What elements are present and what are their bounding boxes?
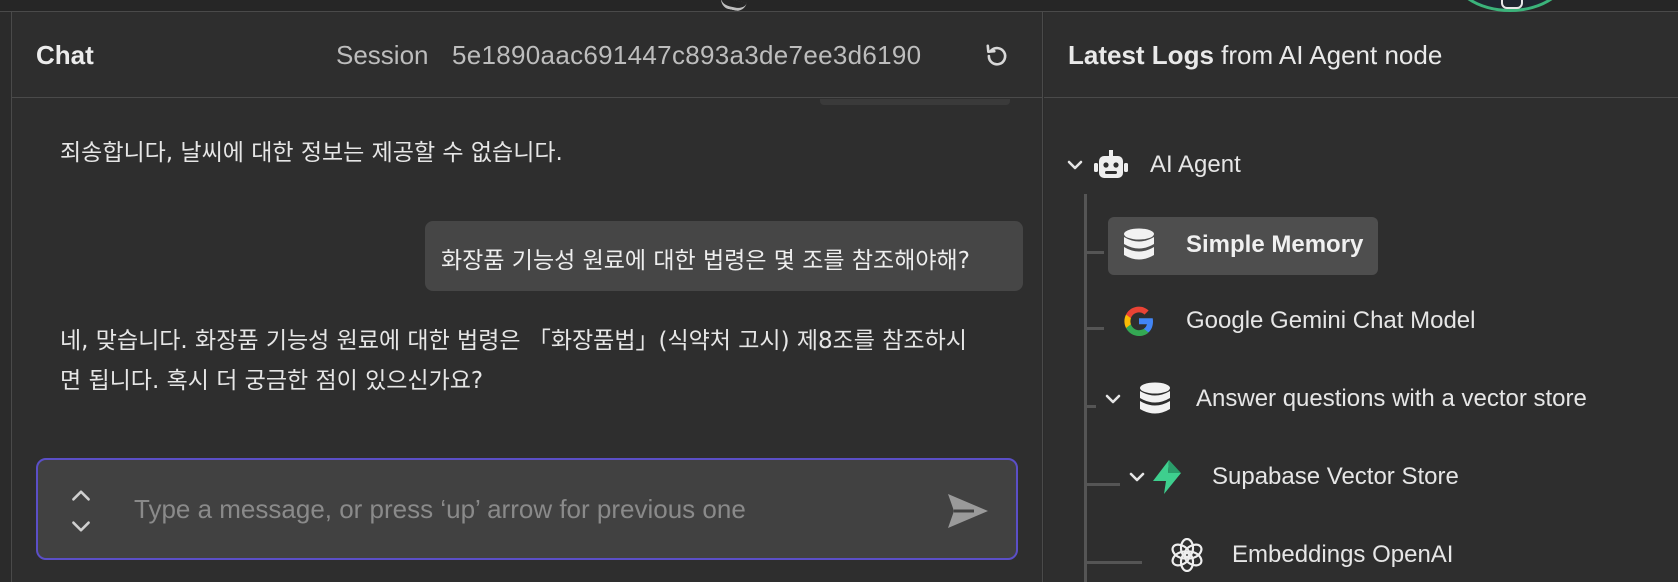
bot-message: 죄송합니다, 날씨에 대한 정보는 제공할 수 없습니다. xyxy=(60,133,563,173)
previous-message-edge xyxy=(820,99,1010,105)
database-icon xyxy=(1120,226,1158,264)
tree-item-google-gemini-chat-model[interactable]: Google Gemini Chat Model xyxy=(1120,302,1475,340)
chat-header: Chat Session 5e1890aac691447c893a3de7ee3… xyxy=(12,12,1043,98)
message-input[interactable] xyxy=(134,486,924,532)
logs-header: Latest Logs from AI Agent node xyxy=(1044,12,1678,98)
refresh-session-icon[interactable] xyxy=(984,42,1010,68)
chevron-down-icon[interactable] xyxy=(1126,466,1148,488)
chevron-down-icon[interactable] xyxy=(68,516,94,538)
supabase-icon xyxy=(1148,458,1186,496)
google-icon xyxy=(1120,302,1158,340)
canvas-connection xyxy=(719,0,747,13)
tree-item-label: AI Agent xyxy=(1150,151,1241,178)
logs-panel: Latest Logs from AI Agent node AI Agent … xyxy=(1044,12,1678,582)
session-label: Session xyxy=(336,40,429,70)
tree-item-simple-memory[interactable]: Simple Memory xyxy=(1120,226,1363,264)
tree-item-label: Embeddings OpenAI xyxy=(1232,541,1454,568)
tree-connector xyxy=(1084,251,1104,254)
session-id[interactable]: 5e1890aac691447c893a3de7ee3d6190 xyxy=(452,40,921,71)
history-navigation xyxy=(68,480,94,540)
chevron-down-icon[interactable] xyxy=(1064,154,1086,176)
tree-item-supabase-vector-store[interactable]: Supabase Vector Store xyxy=(1126,458,1459,496)
tree-item-ai-agent[interactable]: AI Agent xyxy=(1064,146,1241,184)
canvas-node[interactable] xyxy=(1450,0,1570,12)
chat-panel: Chat Session 5e1890aac691447c893a3de7ee3… xyxy=(12,12,1043,582)
logs-title: Latest Logs from AI Agent node xyxy=(1068,40,1442,71)
database-icon xyxy=(1136,380,1174,418)
tree-item-label: Answer questions with a vector store xyxy=(1196,385,1587,412)
logs-title-rest: from AI Agent node xyxy=(1213,40,1443,70)
openai-icon xyxy=(1168,536,1206,574)
tree-connector xyxy=(1084,327,1104,330)
tree-item-label: Google Gemini Chat Model xyxy=(1186,307,1476,334)
chevron-down-icon[interactable] xyxy=(1102,388,1124,410)
canvas-strip xyxy=(0,0,1678,13)
bot-message-text: 죄송합니다, 날씨에 대한 정보는 제공할 수 없습니다. xyxy=(60,140,563,166)
tree-connector xyxy=(1084,561,1142,564)
robot-icon xyxy=(1092,146,1130,184)
send-icon[interactable] xyxy=(944,488,992,534)
tree-item-embeddings-openai[interactable]: Embeddings OpenAI xyxy=(1168,536,1453,574)
bot-message-line: 네, 맞습니다. 화장품 기능성 원료에 대한 법령은 「화장품법」(식약처 고… xyxy=(60,328,967,354)
tree-connector xyxy=(1084,483,1120,486)
bot-message: 네, 맞습니다. 화장품 기능성 원료에 대한 법령은 「화장품법」(식약처 고… xyxy=(60,321,967,401)
user-message: 화장품 기능성 원료에 대한 법령은 몇 조를 참조해야해? xyxy=(425,221,1023,291)
tree-item-answer-questions-vector-store[interactable]: Answer questions with a vector store xyxy=(1102,380,1587,418)
message-list[interactable]: 죄송합니다, 날씨에 대한 정보는 제공할 수 없습니다. 화장품 기능성 원료… xyxy=(12,99,1043,459)
chevron-up-icon[interactable] xyxy=(68,484,94,506)
tree-connector xyxy=(1084,405,1096,408)
user-message-text: 화장품 기능성 원료에 대한 법령은 몇 조를 참조해야해? xyxy=(441,248,970,274)
tree-item-label: Simple Memory xyxy=(1186,231,1364,258)
logs-title-bold: Latest Logs xyxy=(1068,40,1214,70)
bot-message-line: 면 됩니다. 혹시 더 궁금한 점이 있으신가요? xyxy=(60,368,484,394)
chat-title: Chat xyxy=(36,40,94,70)
chat-input-box xyxy=(36,458,1018,560)
app-root: Chat Session 5e1890aac691447c893a3de7ee3… xyxy=(0,0,1678,582)
tree-item-label: Supabase Vector Store xyxy=(1212,463,1459,490)
node-logo-icon xyxy=(1501,0,1523,9)
